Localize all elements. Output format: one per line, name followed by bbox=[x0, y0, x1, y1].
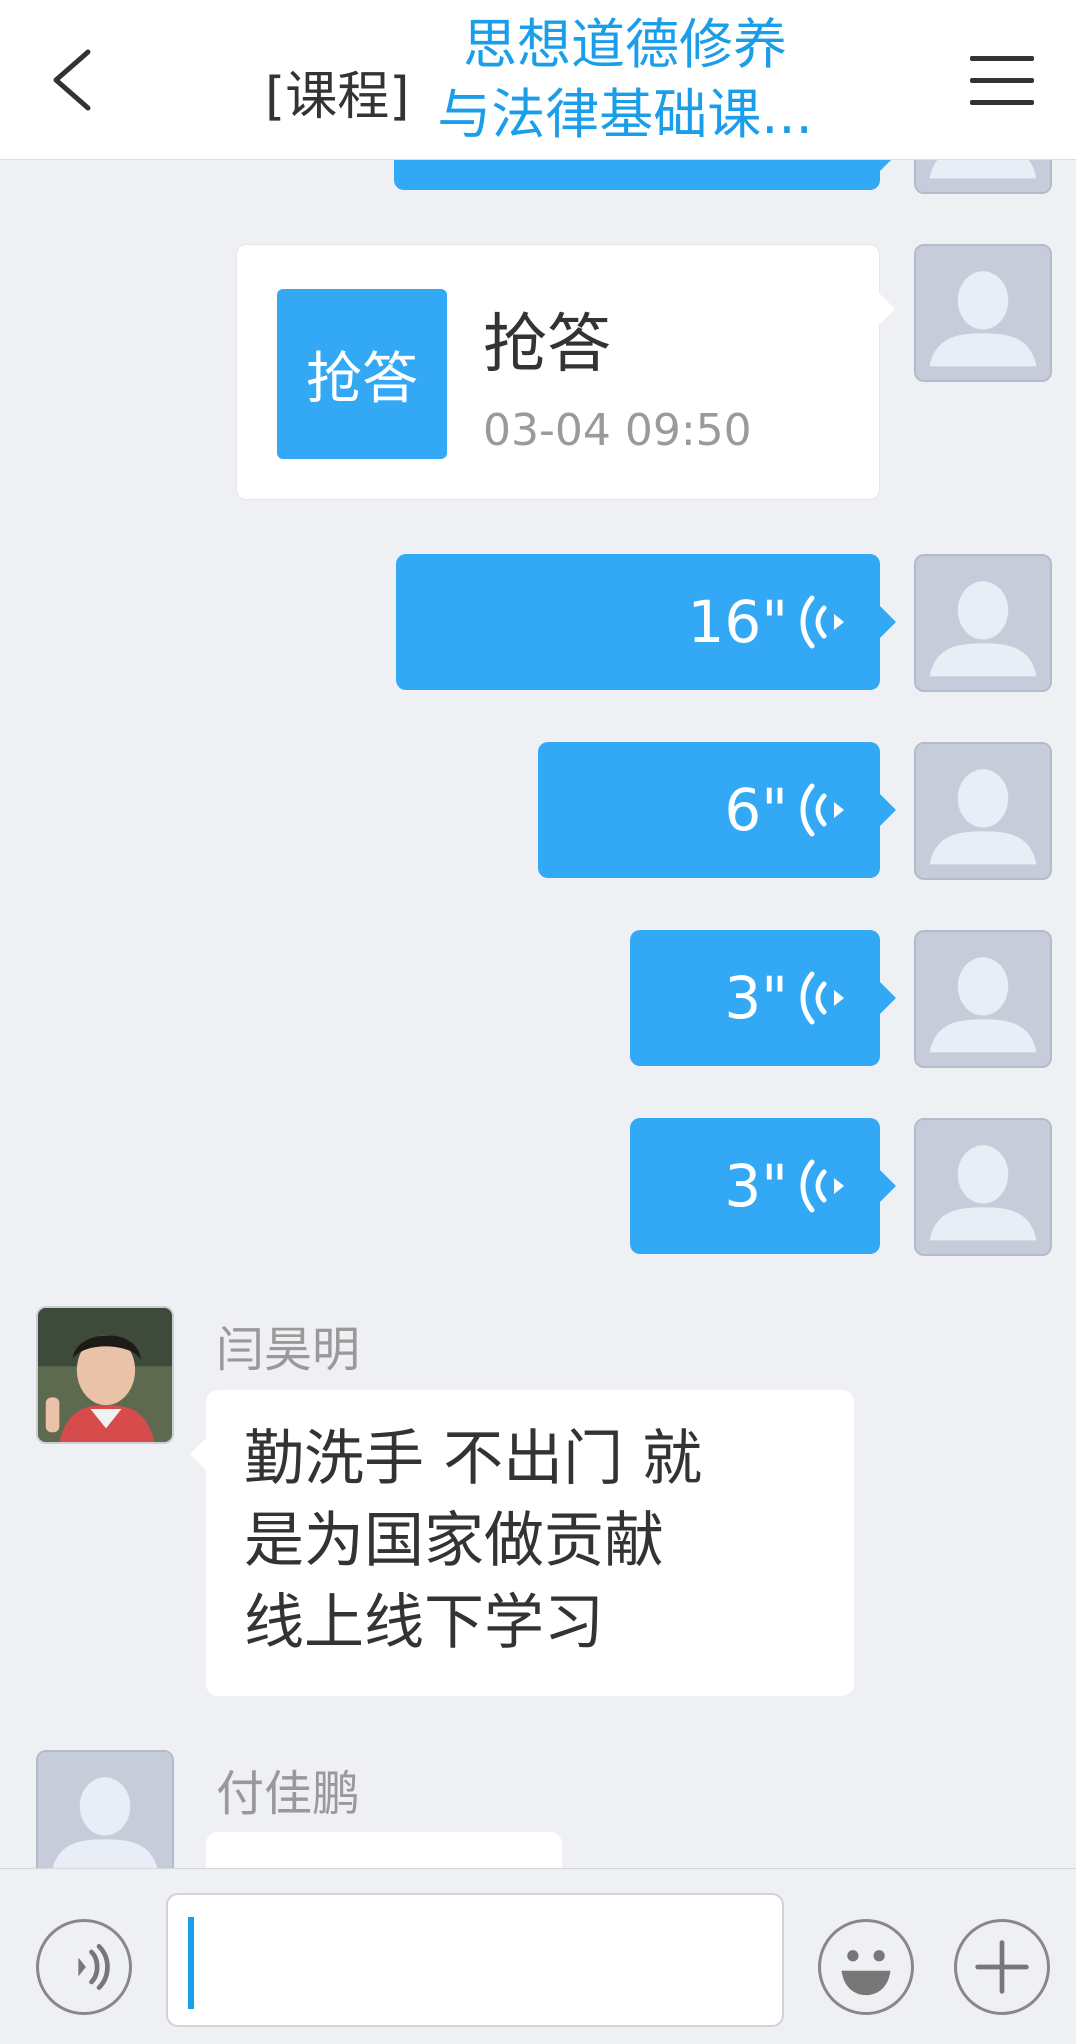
voice-duration: 16" bbox=[687, 588, 788, 656]
user-avatar-photo[interactable] bbox=[36, 1306, 174, 1444]
emoji-icon bbox=[841, 1950, 891, 1996]
chat-page: [课程] 思想道德修养 与法律基础课... 抢答 抢答 03-04 09:50 … bbox=[0, 0, 1076, 2044]
avatar[interactable] bbox=[914, 554, 1052, 692]
message-text: 勤洗手 不出门 就 是为国家做贡献 线上线下学习 bbox=[244, 1418, 804, 1664]
text-message[interactable]: 勤洗手 不出门 就 是为国家做贡献 线上线下学习 bbox=[190, 1390, 854, 1696]
message-line: 勤洗手 不出门 就 bbox=[244, 1424, 703, 1494]
message-input[interactable] bbox=[166, 1893, 784, 2027]
avatar[interactable] bbox=[914, 742, 1052, 880]
chevron-left-icon bbox=[53, 49, 91, 111]
avatar[interactable] bbox=[36, 1750, 174, 1868]
voice-input-button[interactable] bbox=[36, 1919, 132, 2015]
page-title: [课程] 思想道德修养 与法律基础课... bbox=[255, 10, 855, 150]
avatar[interactable] bbox=[914, 930, 1052, 1068]
avatar[interactable] bbox=[914, 244, 1052, 382]
emoji-button[interactable] bbox=[818, 1919, 914, 2015]
menu-button[interactable] bbox=[970, 50, 1036, 110]
quiz-time: 03-04 09:50 bbox=[483, 405, 752, 456]
sender-name: 付佳鹏 bbox=[216, 1766, 361, 1822]
course-title[interactable]: 思想道德修养 与法律基础课... bbox=[415, 10, 835, 150]
message-list[interactable]: 抢答 抢答 03-04 09:50 16" 6" 3" 3" 闫昊明 勤洗手 不… bbox=[0, 160, 1076, 1868]
default-avatar-icon bbox=[916, 246, 1050, 380]
default-avatar-icon bbox=[916, 1120, 1050, 1254]
voice-wave-icon bbox=[800, 595, 844, 649]
message-input-field[interactable] bbox=[168, 1895, 782, 2025]
voice-message[interactable]: 6" bbox=[538, 742, 896, 878]
voice-message[interactable]: 3" bbox=[630, 1118, 896, 1254]
sender-name: 闫昊明 bbox=[216, 1322, 361, 1378]
back-button[interactable] bbox=[38, 40, 108, 120]
voice-duration: 3" bbox=[724, 1152, 788, 1220]
quiz-title: 抢答 bbox=[483, 308, 611, 382]
default-avatar-icon bbox=[916, 556, 1050, 690]
voice-wave-icon bbox=[800, 783, 844, 837]
top-bar: [课程] 思想道德修养 与法律基础课... bbox=[0, 0, 1076, 160]
avatar[interactable] bbox=[914, 160, 1052, 194]
voice-duration: 6" bbox=[724, 776, 788, 844]
voice-wave-icon bbox=[800, 971, 844, 1025]
message-line: 是为国家做贡献 bbox=[244, 1506, 664, 1576]
default-avatar-icon bbox=[916, 160, 1050, 192]
hamburger-menu-icon bbox=[970, 56, 1034, 61]
title-prefix: [课程] bbox=[265, 67, 410, 127]
quiz-badge: 抢答 bbox=[277, 289, 447, 459]
hamburger-line bbox=[970, 78, 1034, 83]
message-line: 线上线下学习 bbox=[244, 1588, 604, 1658]
input-bar bbox=[0, 1868, 1076, 2044]
default-avatar-icon bbox=[916, 932, 1050, 1066]
voice-wave-icon bbox=[800, 1159, 844, 1213]
add-button[interactable] bbox=[954, 1919, 1050, 2015]
quiz-card[interactable]: 抢答 抢答 03-04 09:50 bbox=[236, 244, 895, 500]
text-message-partial[interactable] bbox=[206, 1832, 562, 1868]
avatar[interactable] bbox=[914, 1118, 1052, 1256]
voice-message[interactable]: 3" bbox=[630, 930, 896, 1066]
text-caret bbox=[188, 1917, 194, 2009]
message-bubble-partial[interactable] bbox=[394, 160, 896, 190]
user-photo-icon bbox=[38, 1308, 172, 1442]
hamburger-line bbox=[970, 100, 1034, 105]
voice-message[interactable]: 16" bbox=[396, 554, 896, 690]
course-title-line1: 思想道德修养 bbox=[463, 13, 787, 76]
voice-duration: 3" bbox=[724, 964, 788, 1032]
course-title-line2: 与法律基础课... bbox=[437, 83, 813, 146]
default-avatar-icon bbox=[916, 744, 1050, 878]
plus-icon bbox=[975, 1940, 1029, 1994]
voice-input-icon bbox=[78, 1944, 110, 1990]
default-avatar-icon bbox=[38, 1752, 172, 1868]
